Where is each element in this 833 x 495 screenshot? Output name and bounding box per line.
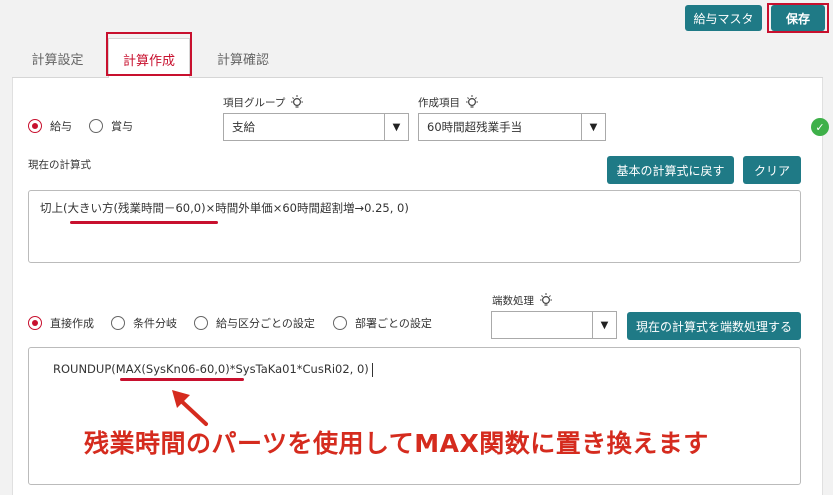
reset-formula-button[interactable]: 基本の計算式に戻す bbox=[607, 156, 734, 184]
radio-dot bbox=[333, 316, 347, 330]
radio-conditional-label: 条件分岐 bbox=[133, 317, 177, 330]
annotation-text: 残業時間のパーツを使用してMAX関数に置き換えます bbox=[84, 429, 709, 458]
radio-by-pay-class-label: 給与区分ごとの設定 bbox=[216, 317, 315, 330]
lightbulb-icon[interactable] bbox=[289, 94, 305, 110]
apply-rounding-button[interactable]: 現在の計算式を端数処理する bbox=[627, 312, 801, 340]
red-underline bbox=[120, 378, 244, 381]
item-group-label: 項目グループ bbox=[223, 96, 286, 109]
item-group-value: 支給 bbox=[232, 120, 255, 134]
item-group-label-wrap: 項目グループ bbox=[223, 94, 305, 110]
formula-part-highlighted: 大きい方(残業時間－60,0) bbox=[67, 201, 206, 215]
create-item-value: 60時間超残業手当 bbox=[427, 120, 523, 134]
check-icon: ✓ bbox=[811, 118, 829, 136]
formula-part: ×時間外単価×60時間超割増→0.25, 0) bbox=[205, 201, 409, 215]
radio-dot bbox=[111, 316, 125, 330]
radio-dot bbox=[194, 316, 208, 330]
create-item-label: 作成項目 bbox=[418, 96, 460, 109]
save-highlight-frame bbox=[767, 3, 829, 33]
text-cursor bbox=[371, 362, 373, 377]
radio-by-department[interactable]: 部署ごとの設定 bbox=[333, 315, 432, 331]
formula-part: *SysTaKa01*CusRi02, 0) bbox=[229, 362, 369, 376]
tab-calc-settings[interactable]: 計算設定 bbox=[20, 38, 95, 78]
rounding-label-wrap: 端数処理 bbox=[492, 292, 554, 308]
create-item-select[interactable]: 60時間超残業手当 ▼ bbox=[418, 113, 606, 141]
formula-part: 切上( bbox=[40, 201, 68, 215]
chevron-down-icon: ▼ bbox=[384, 114, 408, 140]
formula-code-text: ROUNDUP(MAX(SysKn06-60,0)*SysTaKa01*CusR… bbox=[53, 362, 373, 377]
radio-direct[interactable]: 直接作成 bbox=[28, 315, 94, 331]
tab-highlight-frame bbox=[106, 32, 192, 76]
red-underline bbox=[70, 221, 218, 224]
formula-part: ROUNDUP( bbox=[53, 362, 116, 376]
radio-dot bbox=[28, 316, 42, 330]
salary-master-button[interactable]: 給与マスタ bbox=[685, 5, 762, 31]
radio-by-pay-class[interactable]: 給与区分ごとの設定 bbox=[194, 315, 315, 331]
radio-bonus-label: 賞与 bbox=[111, 120, 133, 133]
radio-dot bbox=[28, 119, 42, 133]
item-group-select[interactable]: 支給 ▼ bbox=[223, 113, 409, 141]
radio-salary-label: 給与 bbox=[50, 120, 72, 133]
formula-part-highlighted: MAX(SysKn06-60,0) bbox=[115, 362, 230, 376]
radio-by-department-label: 部署ごとの設定 bbox=[355, 317, 432, 330]
current-formula-label: 現在の計算式 bbox=[28, 159, 91, 171]
create-item-label-wrap: 作成項目 bbox=[418, 94, 480, 110]
rounding-label: 端数処理 bbox=[492, 294, 534, 307]
radio-direct-label: 直接作成 bbox=[50, 317, 94, 330]
lightbulb-icon[interactable] bbox=[538, 292, 554, 308]
lightbulb-icon[interactable] bbox=[464, 94, 480, 110]
radio-bonus[interactable]: 賞与 bbox=[89, 118, 133, 134]
radio-conditional[interactable]: 条件分岐 bbox=[111, 315, 177, 331]
chevron-down-icon: ▼ bbox=[592, 312, 616, 338]
current-formula-text: 切上(大きい方(残業時間－60,0)×時間外単価×60時間超割増→0.25, 0… bbox=[40, 200, 409, 216]
tab-calc-confirm[interactable]: 計算確認 bbox=[202, 38, 284, 78]
clear-button[interactable]: クリア bbox=[743, 156, 801, 184]
radio-dot bbox=[89, 119, 103, 133]
radio-salary[interactable]: 給与 bbox=[28, 118, 72, 134]
rounding-select[interactable]: ▼ bbox=[491, 311, 617, 339]
chevron-down-icon: ▼ bbox=[581, 114, 605, 140]
